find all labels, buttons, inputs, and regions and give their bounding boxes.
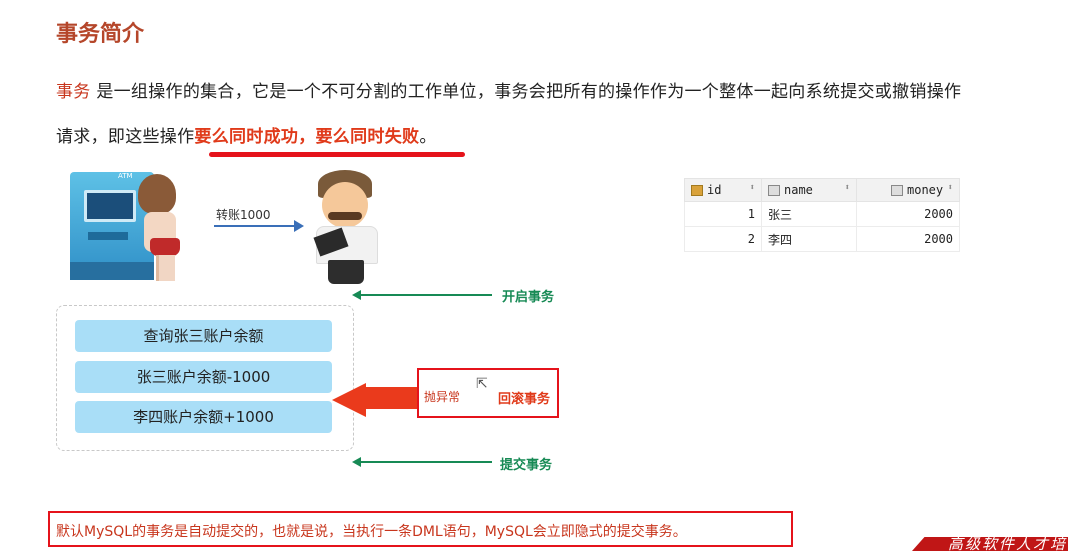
rollback-arrow xyxy=(365,387,417,409)
banker-legs xyxy=(328,260,364,284)
table-header-row: id ⬍ name ⬍ money ⬍ xyxy=(684,178,960,202)
customer-legs xyxy=(156,255,175,281)
cell-name: 李四 xyxy=(761,226,857,252)
page-title: 事务简介 xyxy=(56,22,145,47)
rollback-transaction-label: 回滚事务 xyxy=(498,392,551,407)
column-header-id[interactable]: id ⬍ xyxy=(684,178,762,202)
atm-slot xyxy=(88,232,128,240)
mouse-cursor-icon: ⇱ xyxy=(476,376,488,392)
banker-face xyxy=(322,182,368,228)
column-header-money[interactable]: money ⬍ xyxy=(856,178,960,202)
definition-prefix: 请求，即这些操作 xyxy=(56,127,195,147)
definition-highlight: 要么同时成功，要么同时失败 xyxy=(194,127,420,147)
atm-screen xyxy=(84,190,136,222)
term-transaction: 事务 xyxy=(56,82,91,102)
begin-arrow xyxy=(358,294,492,296)
atm-label: ATM xyxy=(118,172,133,180)
transfer-label: 转账1000 xyxy=(216,208,271,222)
sort-icon[interactable]: ⬍ xyxy=(845,183,850,193)
definition-text: 是一组操作的集合，它是一个不可分割的工作单位，事务会把所有的操作作为一个整体一起… xyxy=(90,82,962,102)
column-icon xyxy=(768,185,780,196)
transfer-arrow xyxy=(214,225,296,227)
cell-money: 2000 xyxy=(856,226,960,252)
sort-icon[interactable]: ⬍ xyxy=(948,183,953,193)
rollback-arrow-head xyxy=(332,383,366,417)
highlight-underline xyxy=(209,152,465,157)
commit-transaction-label: 提交事务 xyxy=(500,458,553,473)
atm-base xyxy=(70,262,154,280)
definition-suffix: 。 xyxy=(419,127,437,147)
table-row[interactable]: 1 张三 2000 xyxy=(684,201,960,227)
customer-head xyxy=(138,174,176,214)
commit-arrow xyxy=(358,461,492,463)
customer-skirt xyxy=(150,238,180,256)
transfer-arrow-head xyxy=(294,220,304,232)
watermark-banner: 高级软件人才培 xyxy=(912,537,1068,551)
begin-transaction-label: 开启事务 xyxy=(502,290,555,305)
cell-money: 2000 xyxy=(856,201,960,227)
column-icon xyxy=(891,185,903,196)
operation-query: 查询张三账户余额 xyxy=(75,320,332,352)
cell-id: 1 xyxy=(684,201,762,227)
table-row[interactable]: 2 李四 2000 xyxy=(684,226,960,252)
cell-id: 2 xyxy=(684,226,762,252)
account-table: id ⬍ name ⬍ money ⬍ 1 张三 2000 2 李四 2000 xyxy=(684,178,960,252)
column-header-name[interactable]: name ⬍ xyxy=(761,178,857,202)
primary-key-icon xyxy=(691,185,703,196)
operation-credit: 李四账户余额+1000 xyxy=(75,401,332,433)
watermark-text: 高级软件人才培 xyxy=(948,537,1068,551)
definition-line-2: 请求，即这些操作要么同时成功，要么同时失败。 xyxy=(56,122,437,147)
autocommit-note: 默认MySQL的事务是自动提交的，也就是说，当执行一条DML语句，MySQL会立… xyxy=(56,524,687,540)
throw-exception-label: 抛异常 xyxy=(424,390,461,404)
banker-mustache xyxy=(328,212,362,220)
cell-name: 张三 xyxy=(761,201,857,227)
operation-debit: 张三账户余额-1000 xyxy=(75,361,332,393)
sort-icon[interactable]: ⬍ xyxy=(750,183,755,193)
definition-line-1: 事务 是一组操作的集合，它是一个不可分割的工作单位，事务会把所有的操作作为一个整… xyxy=(56,77,961,102)
